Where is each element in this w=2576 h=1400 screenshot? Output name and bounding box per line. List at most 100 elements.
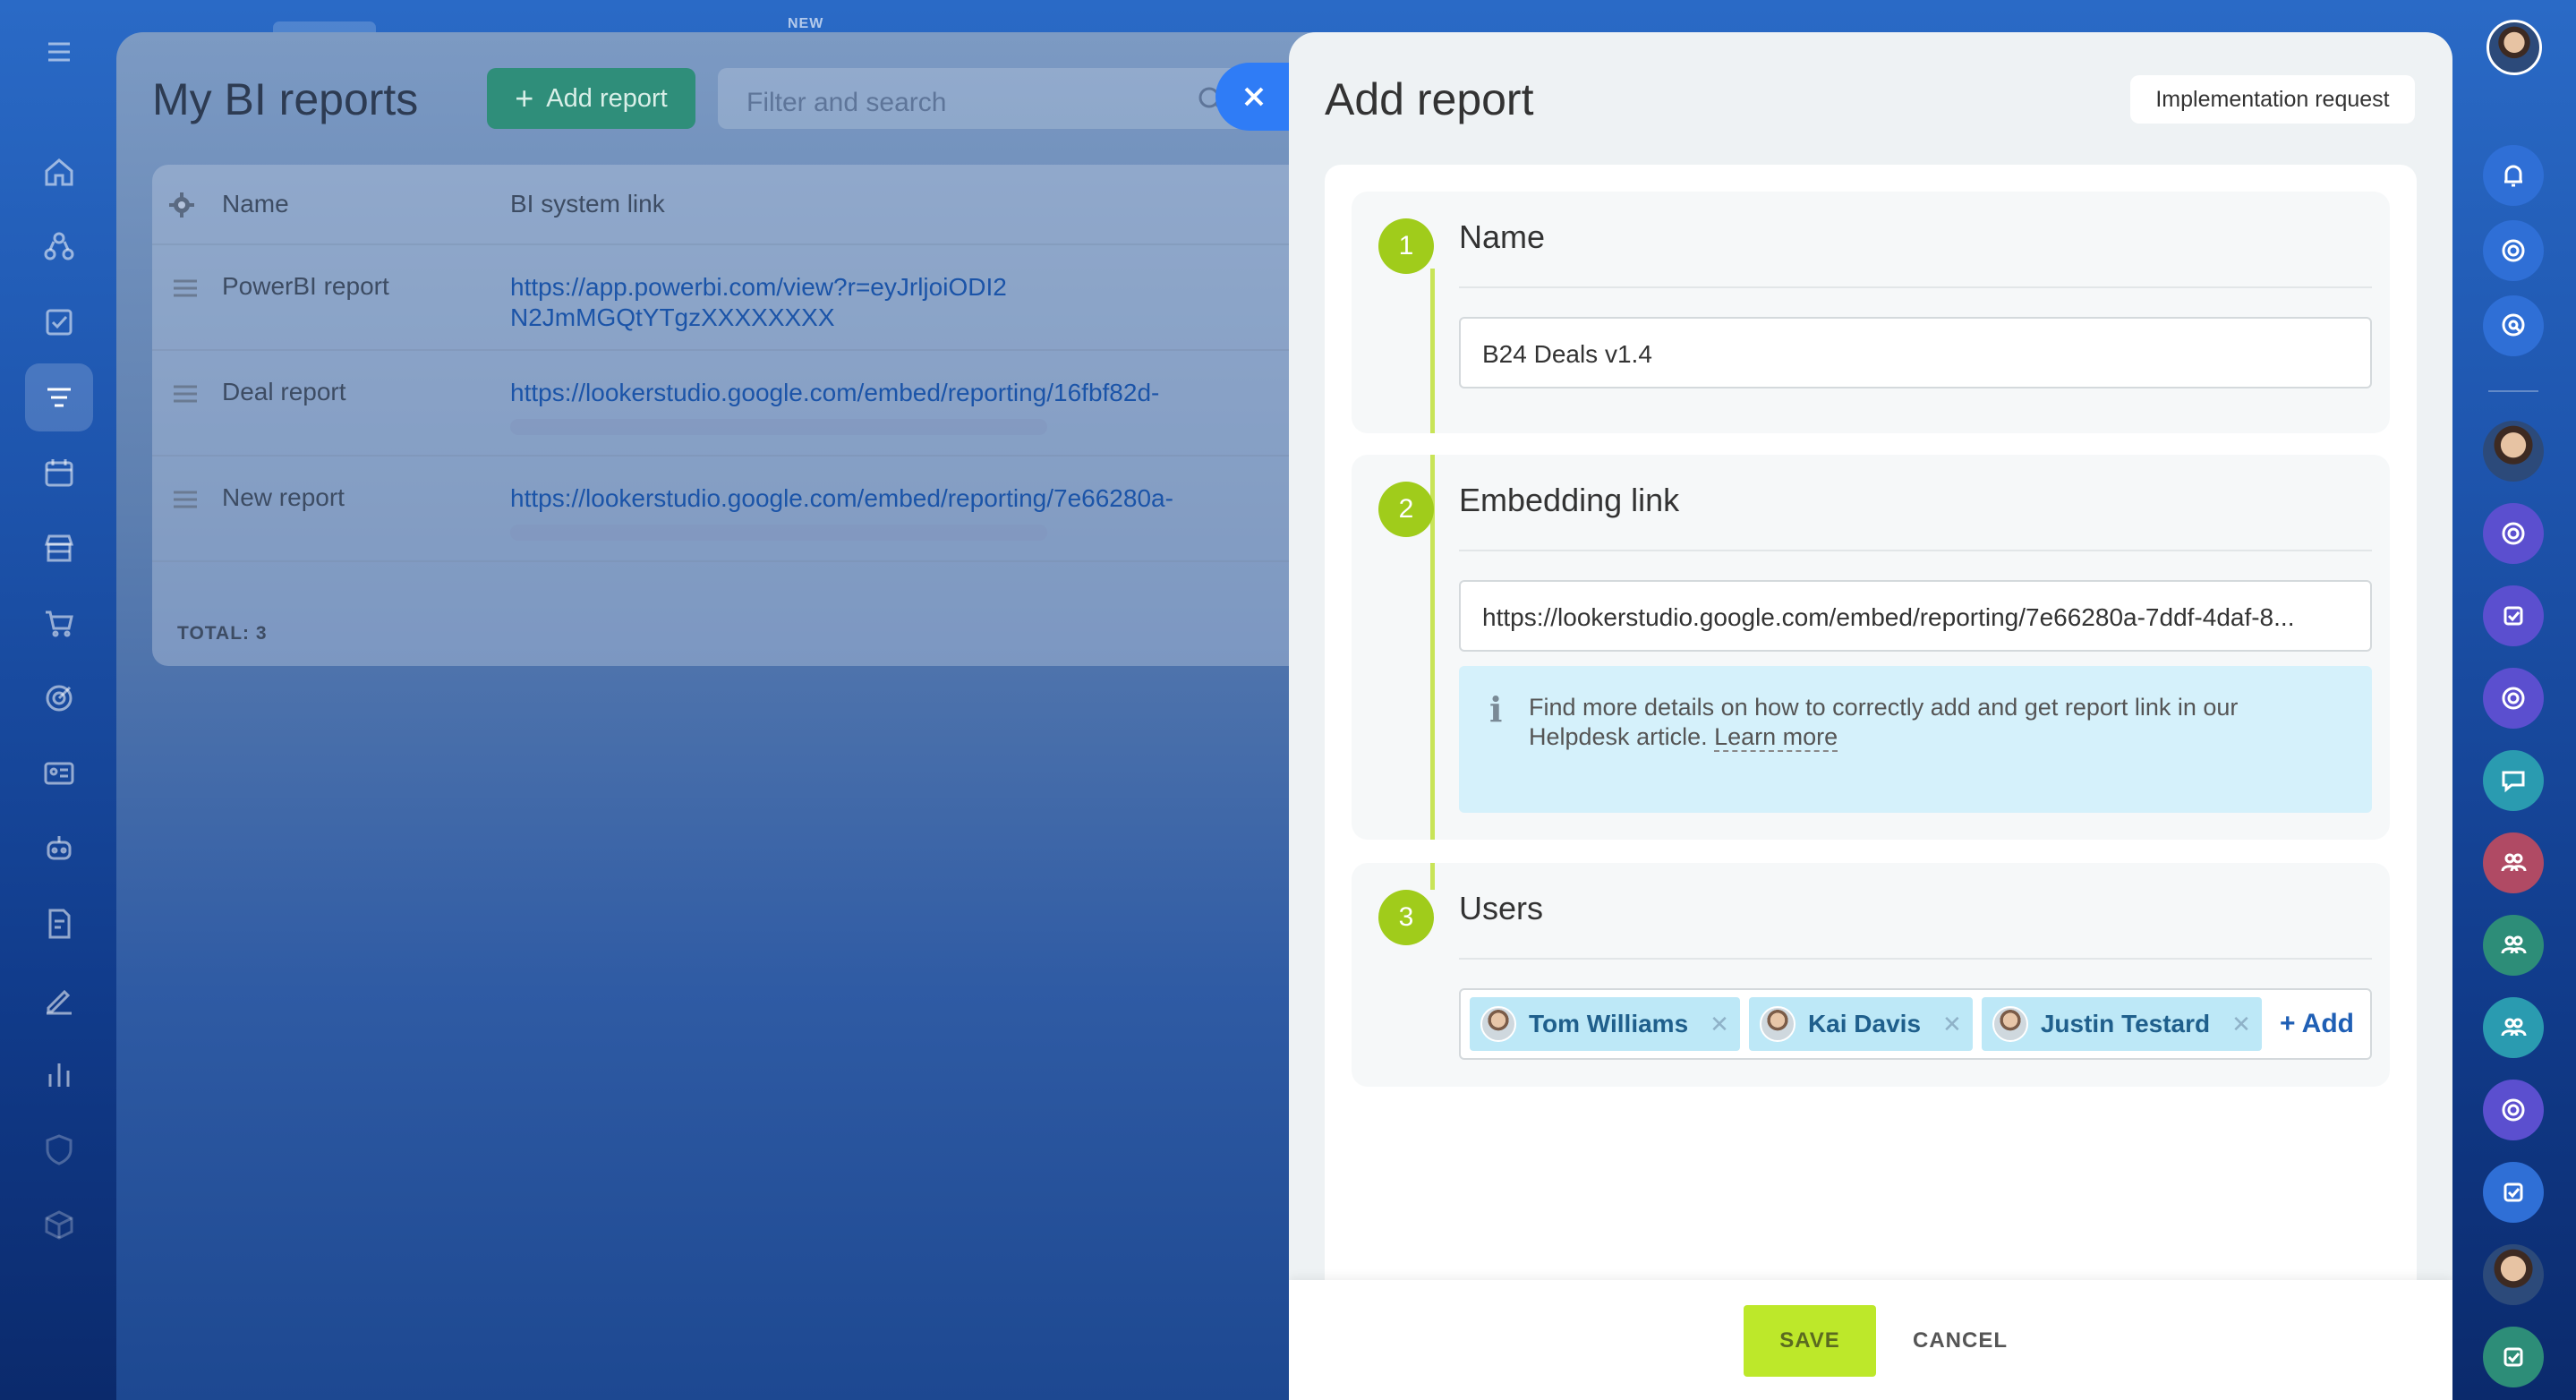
chat-bubble-icon[interactable] [2483,750,2544,811]
copilot-icon[interactable] [2483,220,2544,281]
step-title: Embedding link [1459,482,1680,518]
contact-avatar[interactable] [2483,421,2544,482]
task-chat-icon[interactable] [2483,585,2544,646]
total-label: TOTAL: [177,623,251,644]
drag-handle-icon[interactable] [172,489,199,515]
users-selector[interactable]: Tom Williams ✕ Kai Davis ✕ Justin Testar… [1459,988,2372,1060]
step-title: Name [1459,218,1546,255]
close-icon [1244,87,1264,107]
target-icon[interactable] [25,664,93,732]
group-chat-icon[interactable] [2483,915,2544,976]
group-chat-icon[interactable] [2483,832,2544,893]
remove-user-icon[interactable]: ✕ [1942,1011,1962,1038]
contact-avatar[interactable] [2483,1244,2544,1305]
total-count: TOTAL: 3 [177,623,268,645]
embedding-link-input[interactable]: https://lookerstudio.google.com/embed/re… [1459,580,2372,652]
table-row[interactable]: Deal report https://lookerstudio.google.… [152,351,1369,457]
implementation-request-button[interactable]: Implementation request [2130,75,2415,124]
report-name-input[interactable]: B24 Deals v1.4 [1459,317,2372,388]
add-user-button[interactable]: + Add [2280,1009,2354,1039]
report-name: PowerBI report [222,272,389,300]
crm-icon[interactable] [25,213,93,281]
total-value: 3 [255,623,268,644]
step-connector [1430,863,1435,890]
plus-icon: + [515,80,534,116]
add-report-slider: Add report Implementation request 1 Name… [1289,32,2452,1400]
step-divider [1459,286,2372,288]
left-sidebar [0,0,116,1400]
feed-icon[interactable] [25,363,93,431]
user-chip[interactable]: Tom Williams ✕ [1470,997,1740,1051]
add-report-button[interactable]: + Add report [487,68,695,129]
step-number: 3 [1378,890,1434,945]
notifications-icon[interactable] [2483,145,2544,206]
signature-icon[interactable] [25,965,93,1033]
step-divider [1459,550,2372,551]
document-sign-icon[interactable] [25,890,93,958]
box-icon[interactable] [25,1191,93,1259]
robot-icon[interactable] [25,815,93,883]
step-connector [1430,269,1435,433]
step-name: 1 Name B24 Deals v1.4 [1352,192,2390,433]
channel-icon[interactable] [2483,1080,2544,1140]
right-sidebar [2452,0,2576,1400]
rail-divider [2488,390,2538,392]
table-row[interactable]: PowerBI report https://app.powerbi.com/v… [152,245,1369,351]
user-chip[interactable]: Justin Testard ✕ [1981,997,2262,1051]
user-name: Justin Testard [2040,1010,2211,1037]
user-name: Kai Davis [1807,1010,1922,1037]
info-text: Find more details on how to correctly ad… [1529,693,2334,752]
column-header-link[interactable]: BI system link [510,190,665,218]
store-icon[interactable] [25,514,93,582]
avatar [1480,1006,1516,1042]
step-number: 1 [1378,218,1434,274]
analytics-icon[interactable] [25,1040,93,1108]
close-slider-button[interactable] [1215,63,1296,131]
drag-handle-icon[interactable] [172,383,199,409]
channel-icon[interactable] [2483,668,2544,729]
link-continuation [510,525,1047,541]
group-chat-icon[interactable] [2483,997,2544,1058]
report-name: New report [222,483,345,511]
menu-icon[interactable] [25,18,93,86]
report-link[interactable]: https://app.powerbi.com/view?r=eyJrljoiO… [510,272,1011,333]
user-avatar[interactable] [2486,20,2542,75]
remove-user-icon[interactable]: ✕ [1710,1011,1729,1038]
report-name: Deal report [222,378,346,405]
channel-icon[interactable] [2483,503,2544,564]
column-header-name[interactable]: Name [222,190,289,218]
step-users: 3 Users Tom Williams ✕ Kai Davis ✕ Justi… [1352,863,2390,1087]
user-name: Tom Williams [1529,1010,1689,1037]
table-row[interactable]: New report https://lookerstudio.google.c… [152,457,1369,562]
cancel-button[interactable]: CANCEL [1898,1305,2023,1377]
info-icon: i [1489,689,1503,730]
report-form: 1 Name B24 Deals v1.4 2 Embedding link h… [1325,165,2417,1400]
drag-handle-icon[interactable] [172,277,199,303]
tasks-icon[interactable] [25,288,93,356]
cart-icon[interactable] [25,589,93,657]
add-report-label: Add report [546,83,668,113]
remove-user-icon[interactable]: ✕ [2231,1011,2251,1038]
shield-icon[interactable] [25,1115,93,1183]
task-chat-icon[interactable] [2483,1162,2544,1223]
chat-search-icon[interactable] [2483,295,2544,356]
step-embedding-link: 2 Embedding link https://lookerstudio.go… [1352,455,2390,840]
help-info-box: i Find more details on how to correctly … [1459,666,2372,813]
step-divider [1459,958,2372,960]
avatar [1992,1006,2028,1042]
report-link[interactable]: https://lookerstudio.google.com/embed/re… [510,483,1316,514]
home-icon[interactable] [25,138,93,206]
calendar-icon[interactable] [25,439,93,507]
report-link[interactable]: https://lookerstudio.google.com/embed/re… [510,378,1316,408]
contact-card-icon[interactable] [25,739,93,807]
gear-icon[interactable] [168,192,195,223]
task-chat-icon[interactable] [2483,1327,2544,1387]
slider-footer: SAVE CANCEL [1289,1280,2452,1400]
reports-table: Name BI system link La PowerBI report ht… [152,165,1369,666]
save-button[interactable]: SAVE [1744,1305,1876,1377]
reports-page: My BI reports + Add report Filter and se… [116,32,1369,1400]
learn-more-link[interactable]: Learn more [1714,723,1838,752]
new-badge: NEW [788,16,824,31]
user-chip[interactable]: Kai Davis ✕ [1748,997,1973,1051]
step-number: 2 [1378,482,1434,537]
